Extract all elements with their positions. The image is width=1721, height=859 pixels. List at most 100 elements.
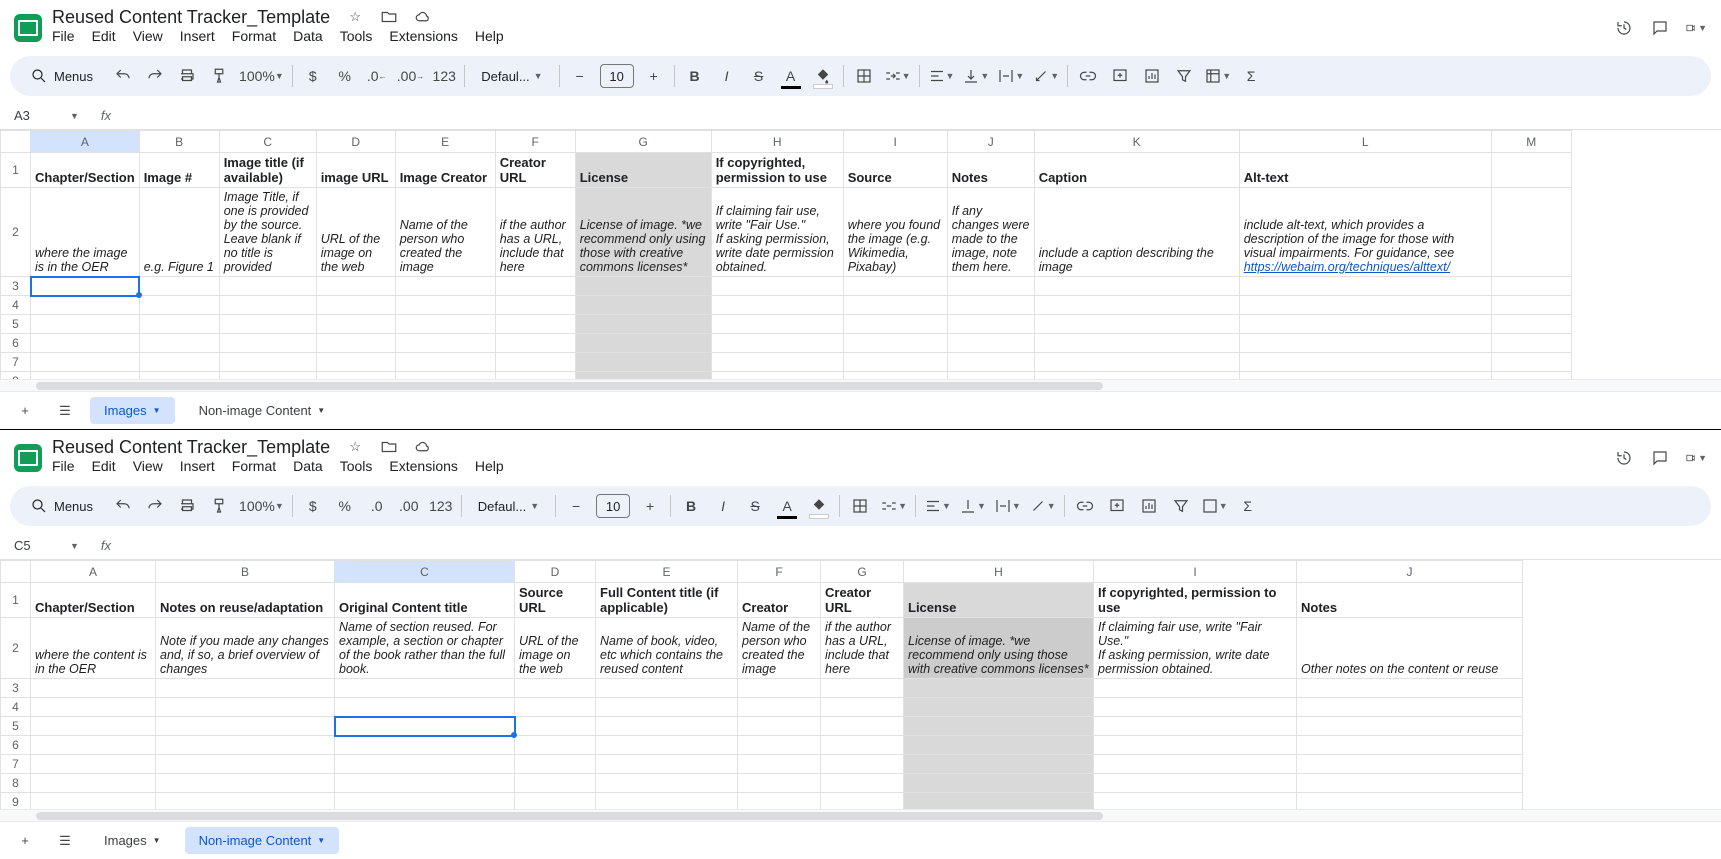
cell[interactable] [821,774,904,793]
menu-data[interactable]: Data [293,28,323,44]
hint-cell[interactable]: include a caption describing the image [1034,188,1239,277]
font-size-decrease[interactable]: − [564,492,588,520]
cell[interactable] [1297,793,1523,810]
decrease-decimal-button[interactable]: .0← [365,62,389,90]
cell[interactable] [219,334,316,353]
header-cell[interactable]: Image Creator [395,153,495,188]
cell[interactable] [156,679,335,698]
redo-button[interactable] [143,492,167,520]
increase-decimal-button[interactable]: .00 [397,492,421,520]
cell[interactable] [575,372,711,380]
cell[interactable] [219,315,316,334]
row-header[interactable]: 4 [1,296,31,315]
col-header[interactable]: B [139,131,219,153]
row-header[interactable]: 3 [1,679,31,698]
cell[interactable] [139,277,219,296]
zoom-select[interactable]: 100% ▼ [239,492,284,520]
cell[interactable] [1239,353,1491,372]
percent-button[interactable]: % [333,62,357,90]
currency-button[interactable]: $ [301,492,325,520]
doc-title[interactable]: Reused Content Tracker_Template [52,7,330,28]
cell[interactable] [31,736,156,755]
redo-button[interactable] [143,62,167,90]
cell[interactable] [1239,296,1491,315]
link-button[interactable] [1073,492,1097,520]
cell[interactable] [515,774,596,793]
increase-decimal-button[interactable]: .00→ [397,62,424,90]
name-box[interactable]: A3 [10,106,62,125]
cell[interactable] [821,736,904,755]
cell[interactable] [575,277,711,296]
hint-cell[interactable]: Name of book, video, etc which contains … [596,618,738,679]
col-header[interactable]: I [843,131,947,153]
star-icon[interactable]: ☆ [344,436,366,458]
rotate-button[interactable]: ▼ [1032,62,1059,90]
text-color-button[interactable]: A [779,62,803,90]
col-header[interactable]: I [1094,561,1297,583]
cell[interactable] [1094,793,1297,810]
col-header[interactable]: M [1491,131,1571,153]
print-button[interactable] [175,62,199,90]
cell[interactable] [1297,698,1523,717]
cell[interactable] [947,315,1034,334]
hint-cell[interactable]: URL of the image on the web [316,188,395,277]
search-menus[interactable]: Menus [20,493,103,519]
cell[interactable] [495,372,575,380]
rotate-button[interactable]: ▼ [1029,492,1056,520]
header-cell[interactable]: image URL [316,153,395,188]
cell[interactable] [515,717,596,736]
cell[interactable] [316,315,395,334]
cell[interactable] [316,277,395,296]
cell[interactable] [843,334,947,353]
cell[interactable] [31,698,156,717]
functions-button[interactable]: Σ [1236,492,1260,520]
cell[interactable] [31,277,140,296]
menu-insert[interactable]: Insert [180,28,215,44]
cell[interactable] [843,372,947,380]
hint-cell[interactable]: Image Title, if one is provided by the s… [219,188,316,277]
cell[interactable] [738,679,821,698]
header-cell[interactable]: Notes [947,153,1034,188]
cell[interactable] [596,793,738,810]
cell[interactable] [335,793,515,810]
cell[interactable] [1297,736,1523,755]
col-header[interactable]: D [316,131,395,153]
row-header[interactable]: 3 [1,277,31,296]
cell[interactable] [335,698,515,717]
col-header[interactable]: D [515,561,596,583]
horizontal-scrollbar[interactable] [0,379,1721,391]
cell[interactable] [1297,717,1523,736]
cell[interactable] [947,353,1034,372]
cell[interactable] [139,296,219,315]
halign-button[interactable]: ▼ [928,62,955,90]
cell[interactable] [335,774,515,793]
row-header[interactable]: 6 [1,736,31,755]
cell[interactable] [495,334,575,353]
cell[interactable] [575,296,711,315]
cell[interactable] [31,334,140,353]
undo-button[interactable] [111,62,135,90]
cell[interactable] [495,277,575,296]
meet-icon[interactable]: ▼ [1685,17,1707,39]
col-header[interactable]: B [156,561,335,583]
move-icon[interactable] [378,6,400,28]
cell[interactable] [1239,334,1491,353]
valign-button[interactable]: ▼ [959,492,986,520]
hint-cell[interactable]: if the author has a URL, include that he… [821,618,904,679]
alttext-link[interactable]: https://webaim.org/techniques/alttext/ [1244,260,1450,274]
row-header[interactable]: 6 [1,334,31,353]
cell[interactable] [335,755,515,774]
cell[interactable] [31,755,156,774]
cell[interactable] [1034,296,1239,315]
row-header[interactable]: 2 [1,188,31,277]
cell[interactable] [31,679,156,698]
hint-cell[interactable]: where the image is in the OER [31,188,140,277]
menu-format[interactable]: Format [232,28,276,44]
bold-button[interactable]: B [679,492,703,520]
fill-color-button[interactable] [811,62,835,90]
cell[interactable] [821,717,904,736]
cell[interactable] [156,698,335,717]
cloud-status-icon[interactable] [412,436,434,458]
cell[interactable] [219,277,316,296]
hint-cell[interactable]: License of image. *we recommend only usi… [575,188,711,277]
